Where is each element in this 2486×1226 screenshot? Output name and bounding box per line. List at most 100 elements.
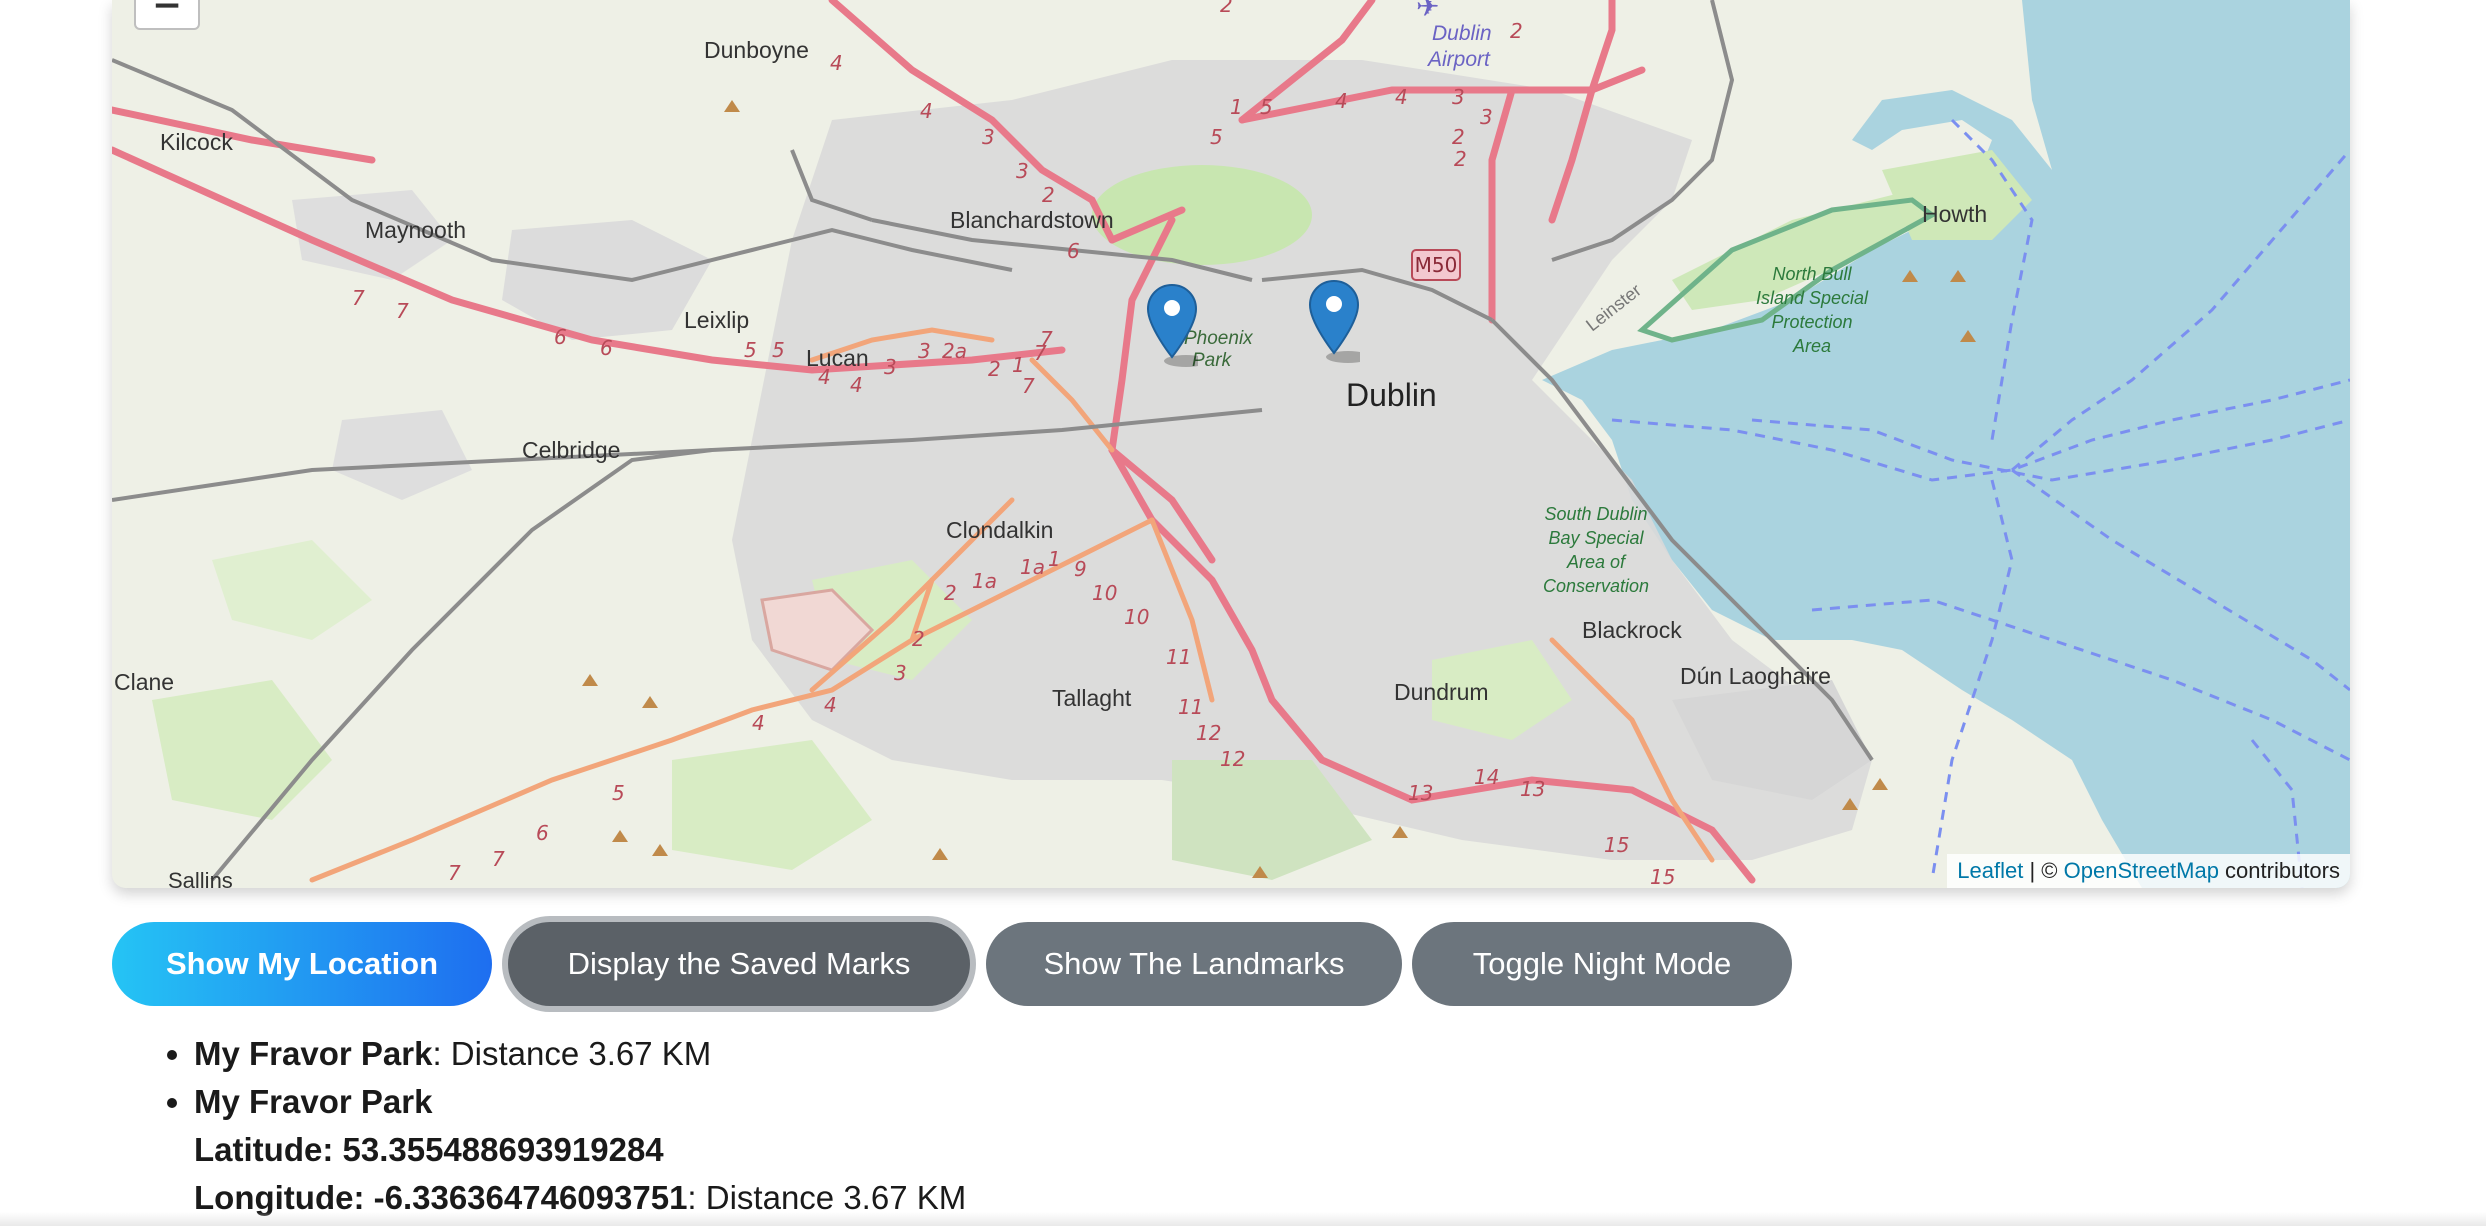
svg-text:Bay Special: Bay Special [1548, 528, 1644, 548]
svg-text:12: 12 [1196, 721, 1221, 745]
attribution-contributors: contributors [2218, 858, 2340, 883]
svg-text:Area: Area [1792, 336, 1831, 356]
svg-text:5: 5 [1210, 125, 1223, 149]
svg-text:7: 7 [448, 861, 461, 885]
svg-text:3: 3 [1480, 105, 1493, 129]
svg-text:Sallins: Sallins [168, 868, 233, 888]
svg-text:14: 14 [1474, 765, 1499, 789]
svg-text:Conservation: Conservation [1543, 576, 1649, 596]
svg-text:4: 4 [850, 373, 863, 397]
svg-text:North Bull: North Bull [1772, 264, 1852, 284]
svg-text:Protection: Protection [1771, 312, 1852, 332]
svg-text:11: 11 [1178, 695, 1203, 719]
action-buttons: Show My Location Display the Saved Marks… [112, 922, 1792, 1006]
svg-text:9: 9 [1074, 557, 1087, 581]
svg-text:5: 5 [1260, 95, 1273, 119]
svg-text:Lucan: Lucan [806, 345, 869, 371]
map-tiles: 443 326 1 55 443 322 22 77 66 55 44 33 2a … [112, 0, 2350, 888]
svg-text:1a: 1a [1020, 555, 1045, 579]
svg-text:12: 12 [1220, 747, 1245, 771]
svg-text:✈: ✈ [1416, 0, 1439, 23]
svg-text:2: 2 [944, 581, 957, 605]
svg-text:5: 5 [744, 338, 757, 362]
show-my-location-button[interactable]: Show My Location [112, 922, 492, 1006]
mark-name: My Fravor Park [194, 1083, 433, 1120]
svg-text:2: 2 [1042, 183, 1055, 207]
svg-text:Airport: Airport [1426, 48, 1491, 71]
mark-distance: : Distance 3.67 KM [432, 1035, 712, 1072]
svg-text:South Dublin: South Dublin [1544, 504, 1647, 524]
map-attribution: Leaflet | © OpenStreetMap contributors [1947, 854, 2350, 888]
mark-latitude: Latitude: 53.355488693919284 [194, 1131, 664, 1168]
attribution-separator: | © [2023, 858, 2064, 883]
svg-text:7: 7 [352, 286, 365, 310]
svg-text:Clondalkin: Clondalkin [946, 517, 1053, 543]
svg-text:Clane: Clane [114, 669, 174, 695]
svg-text:Area of: Area of [1566, 552, 1627, 572]
svg-text:M50: M50 [1415, 253, 1458, 277]
svg-text:Howth: Howth [1922, 201, 1987, 227]
svg-text:3: 3 [884, 355, 897, 379]
mark-distance: : Distance 3.67 KM [687, 1179, 967, 1216]
svg-text:5: 5 [612, 781, 625, 805]
svg-text:2: 2 [1454, 147, 1467, 171]
svg-text:15: 15 [1604, 833, 1629, 857]
svg-text:Blackrock: Blackrock [1582, 617, 1682, 643]
list-item: My Fravor Park: Distance 3.67 KM [194, 1030, 966, 1078]
svg-text:11: 11 [1166, 645, 1191, 669]
svg-text:5: 5 [772, 338, 785, 362]
svg-text:7: 7 [1040, 327, 1053, 351]
svg-text:15: 15 [1650, 865, 1675, 888]
svg-text:7: 7 [396, 299, 409, 323]
svg-text:Dundrum: Dundrum [1394, 679, 1489, 705]
svg-text:Dublin: Dublin [1432, 22, 1492, 45]
list-item: My Fravor Park Latitude: 53.355488693919… [194, 1078, 966, 1222]
svg-text:Tallaght: Tallaght [1052, 685, 1132, 711]
page-bottom-edge [0, 1212, 2486, 1226]
svg-text:4: 4 [752, 711, 765, 735]
leaflet-link[interactable]: Leaflet [1957, 858, 2023, 884]
svg-text:1: 1 [1230, 95, 1243, 119]
svg-text:4: 4 [920, 99, 933, 123]
svg-text:Island Special: Island Special [1756, 288, 1869, 308]
svg-text:2: 2 [1510, 19, 1523, 43]
svg-text:Blanchardstown: Blanchardstown [950, 207, 1114, 233]
svg-text:Dunboyne: Dunboyne [704, 37, 809, 63]
svg-text:4: 4 [1335, 89, 1348, 113]
openstreetmap-link[interactable]: OpenStreetMap [2064, 858, 2219, 884]
svg-text:7: 7 [492, 847, 505, 871]
toggle-night-mode-button[interactable]: Toggle Night Mode [1412, 922, 1792, 1006]
saved-marks-list: My Fravor Park: Distance 3.67 KM My Frav… [112, 1030, 966, 1222]
svg-text:6: 6 [1067, 239, 1080, 263]
svg-text:Maynooth: Maynooth [365, 217, 466, 243]
svg-text:2: 2 [988, 357, 1001, 381]
svg-text:4: 4 [830, 51, 843, 75]
svg-text:10: 10 [1124, 605, 1149, 629]
svg-text:Celbridge: Celbridge [522, 437, 620, 463]
svg-text:Kilcock: Kilcock [160, 129, 233, 155]
svg-text:13: 13 [1408, 781, 1433, 805]
svg-text:6: 6 [536, 821, 549, 845]
map-container[interactable]: 443 326 155 443 322 22 77 66 55 44 3 3 2a … [112, 0, 2350, 888]
svg-text:Dublin: Dublin [1346, 377, 1437, 413]
svg-text:2: 2 [912, 627, 925, 651]
display-saved-marks-button[interactable]: Display the Saved Marks [508, 922, 970, 1006]
svg-text:6: 6 [600, 336, 613, 360]
svg-text:3: 3 [918, 339, 931, 363]
zoom-out-button[interactable]: − [134, 0, 200, 30]
svg-text:13: 13 [1520, 777, 1545, 801]
mark-name: My Fravor Park [194, 1035, 433, 1072]
svg-text:2: 2 [1452, 125, 1465, 149]
svg-text:Dún Laoghaire: Dún Laoghaire [1680, 663, 1831, 689]
svg-text:2: 2 [1220, 0, 1233, 17]
svg-text:Park: Park [1192, 350, 1233, 371]
svg-text:3: 3 [1016, 159, 1029, 183]
svg-text:4: 4 [824, 693, 837, 717]
svg-text:1: 1 [1048, 547, 1061, 571]
show-landmarks-button[interactable]: Show The Landmarks [986, 922, 1402, 1006]
svg-text:Leixlip: Leixlip [684, 307, 749, 333]
svg-text:3: 3 [1452, 85, 1465, 109]
svg-text:4: 4 [1395, 85, 1408, 109]
svg-text:2a: 2a [942, 339, 967, 363]
svg-text:1a: 1a [972, 569, 997, 593]
